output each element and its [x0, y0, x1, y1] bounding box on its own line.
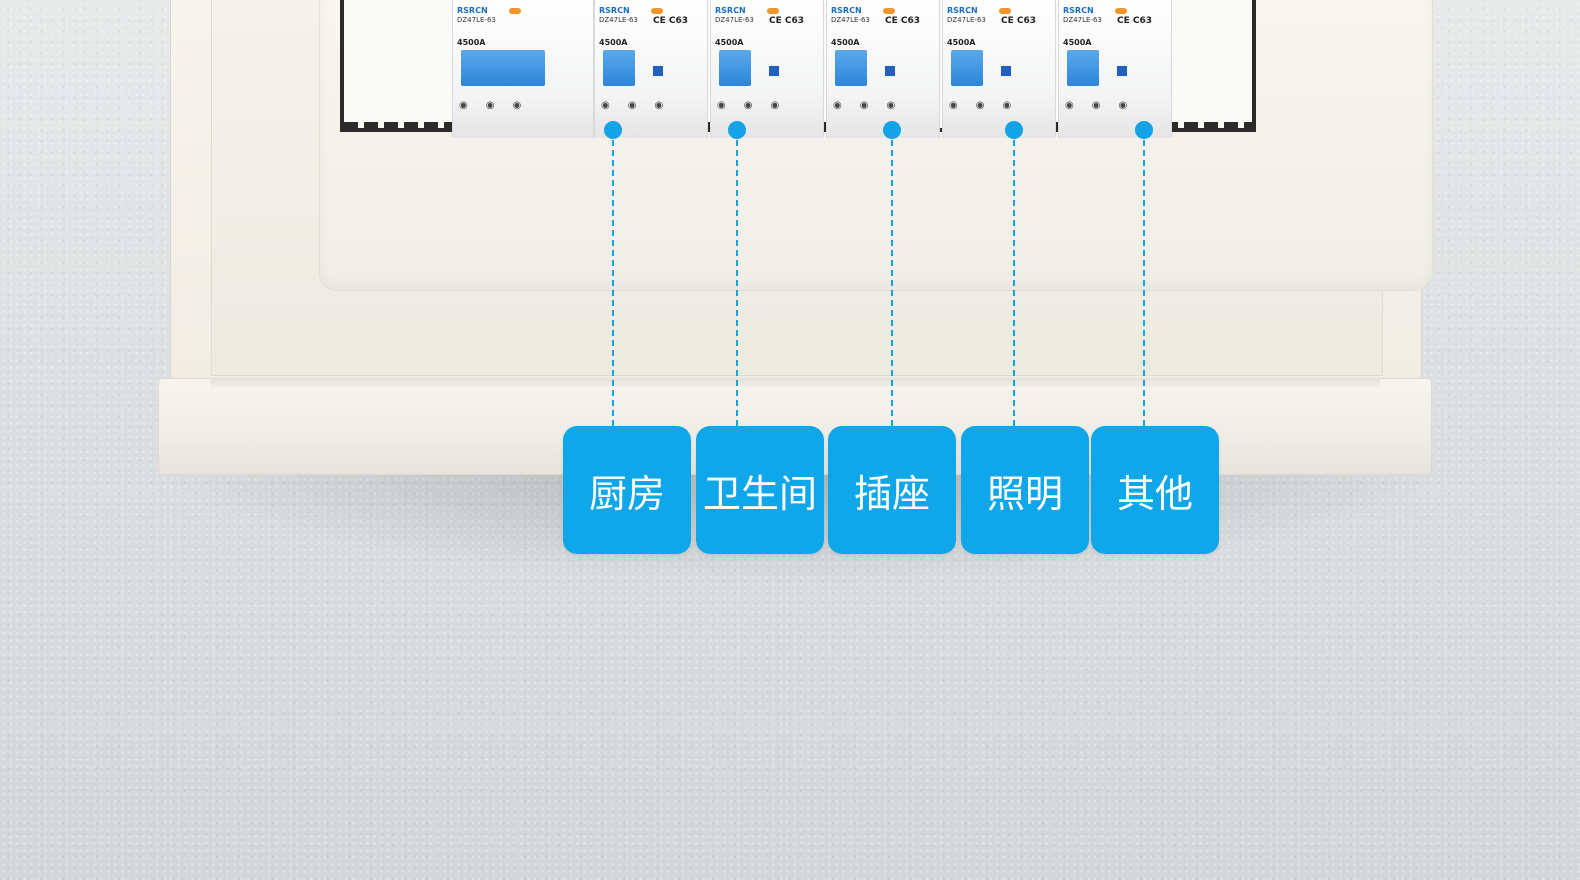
breaker-rating: 4500A: [457, 38, 486, 47]
connector-dot-socket: [883, 121, 901, 139]
indicator-icon: [1115, 8, 1127, 14]
screw-icons: ◉◉◉: [833, 100, 914, 111]
breaker-handle-icon: [951, 50, 983, 86]
breaker-brand: RSRCN: [457, 6, 488, 15]
breaker-bathroom: RSRCN DZ47LE-63 4500A CE C63 ◉◉◉: [710, 0, 824, 138]
breaker-rating: 4500A: [947, 38, 976, 47]
breaker-model: DZ47LE-63: [947, 16, 986, 24]
connector-dot-other: [1135, 121, 1153, 139]
breaker-brand: RSRCN: [599, 6, 630, 15]
indicator-icon: [999, 8, 1011, 14]
breaker-rating: 4500A: [715, 38, 744, 47]
breaker-brand: RSRCN: [1063, 6, 1094, 15]
breaker-handle-icon: [1067, 50, 1099, 86]
circuit-tag-lighting: 照明: [961, 426, 1089, 554]
breaker-brand: RSRCN: [715, 6, 746, 15]
screw-icons: ◉◉◉: [601, 100, 682, 111]
breaker-rating: 4500A: [831, 38, 860, 47]
main-breaker: RSRCN DZ47LE-63 4500A ◉◉◉: [452, 0, 594, 138]
connector-line-socket: [891, 130, 893, 426]
breaker-lighting: RSRCN DZ47LE-63 4500A CE C63 ◉◉◉: [942, 0, 1056, 138]
breaker-model: DZ47LE-63: [831, 16, 870, 24]
connector-dot-kitchen: [604, 121, 622, 139]
test-button-icon: [653, 66, 663, 76]
breaker-rating: 4500A: [599, 38, 628, 47]
breaker-model: DZ47LE-63: [715, 16, 754, 24]
breaker-rating: 4500A: [1063, 38, 1092, 47]
circuit-tag-socket: 插座: [828, 426, 956, 554]
breaker-model: DZ47LE-63: [599, 16, 638, 24]
connector-dot-lighting: [1005, 121, 1023, 139]
cabinet-base-lip: [210, 378, 1380, 388]
breaker-handle-icon: [461, 50, 545, 86]
circuit-tag-other: 其他: [1091, 426, 1219, 554]
indicator-icon: [767, 8, 779, 14]
breaker-ce-mark: CE C63: [885, 16, 921, 26]
breaker-handle-icon: [603, 50, 635, 86]
connector-line-kitchen: [612, 130, 614, 426]
indicator-icon: [509, 8, 521, 14]
screw-icons: ◉◉◉: [459, 100, 540, 111]
breaker-kitchen: RSRCN DZ47LE-63 4500A CE C63 ◉◉◉: [594, 0, 708, 138]
breaker-brand: RSRCN: [831, 6, 862, 15]
breaker-brand: RSRCN: [947, 6, 978, 15]
connector-line-other: [1143, 130, 1145, 426]
test-button-icon: [885, 66, 895, 76]
screw-icons: ◉◉◉: [1065, 100, 1146, 111]
test-button-icon: [1117, 66, 1127, 76]
breaker-other: RSRCN DZ47LE-63 4500A CE C63 ◉◉◉: [1058, 0, 1172, 138]
screw-icons: ◉◉◉: [717, 100, 798, 111]
breaker-socket: RSRCN DZ47LE-63 4500A CE C63 ◉◉◉: [826, 0, 940, 138]
test-button-icon: [769, 66, 779, 76]
breaker-ce-mark: CE C63: [653, 16, 689, 26]
test-button-icon: [1001, 66, 1011, 76]
circuit-tag-bathroom: 卫生间: [696, 426, 824, 554]
connector-line-bathroom: [736, 130, 738, 426]
breaker-ce-mark: CE C63: [769, 16, 805, 26]
breaker-ce-mark: CE C63: [1117, 16, 1153, 26]
breaker-model: DZ47LE-63: [1063, 16, 1102, 24]
indicator-icon: [651, 8, 663, 14]
breaker-handle-icon: [835, 50, 867, 86]
screw-icons: ◉◉◉: [949, 100, 1030, 111]
connector-dot-bathroom: [728, 121, 746, 139]
circuit-tag-kitchen: 厨房: [563, 426, 691, 554]
breaker-handle-icon: [719, 50, 751, 86]
indicator-icon: [883, 8, 895, 14]
breaker-model: DZ47LE-63: [457, 16, 496, 24]
breaker-ce-mark: CE C63: [1001, 16, 1037, 26]
connector-line-lighting: [1013, 130, 1015, 426]
